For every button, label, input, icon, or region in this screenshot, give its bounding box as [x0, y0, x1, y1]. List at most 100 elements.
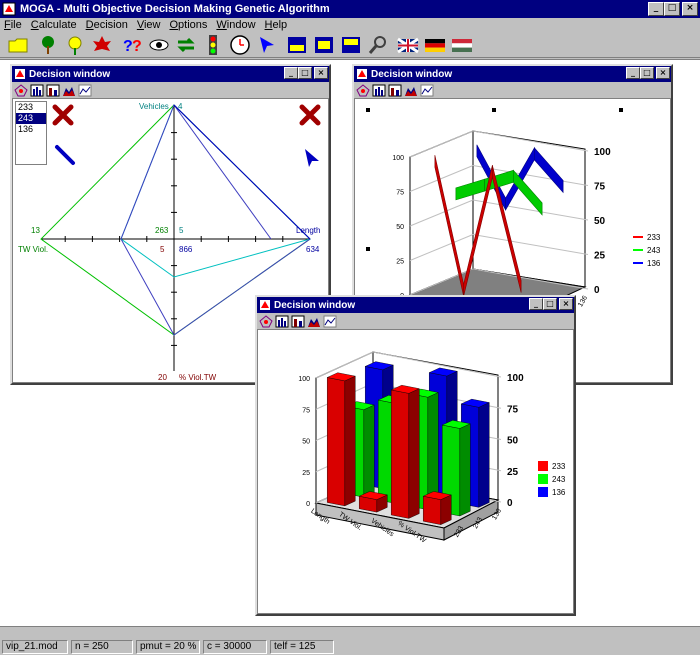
- line-chart-icon[interactable]: [420, 84, 434, 97]
- menu-view[interactable]: View: [137, 19, 161, 31]
- axis-label-tw-viol: TW Viol.: [18, 245, 48, 254]
- close-button[interactable]: ×: [682, 2, 698, 16]
- tree-button[interactable]: [34, 33, 61, 57]
- legend-swatch-243: [538, 474, 548, 484]
- flag-uk-icon: [396, 37, 419, 53]
- app-titlebar[interactable]: MOGA - Multi Objective Decision Making G…: [0, 0, 700, 18]
- minimize-button[interactable]: _: [648, 2, 664, 16]
- bar-front: [423, 495, 442, 525]
- window-center-button[interactable]: [310, 33, 337, 57]
- flag-hu-icon: [451, 38, 472, 52]
- bar-chart-icon[interactable]: [30, 84, 44, 97]
- chart-toolbar: [12, 82, 329, 98]
- y-tick-label-right: 50: [507, 436, 519, 447]
- area-chart-icon[interactable]: [62, 84, 76, 97]
- y-tick-label-right: 100: [594, 147, 611, 158]
- window-center-icon: [314, 36, 333, 53]
- window-titlebar[interactable]: Decision window _ □ ×: [257, 297, 574, 313]
- bar-front: [327, 377, 346, 507]
- line-chart-icon[interactable]: [323, 315, 337, 328]
- window-bottom-icon: [287, 36, 306, 53]
- menu-options[interactable]: Options: [169, 19, 207, 31]
- bar3d-chart-icon[interactable]: [291, 315, 305, 328]
- pointer-tool-icon[interactable]: [305, 149, 319, 167]
- horizontal-scrollbar[interactable]: [0, 626, 700, 638]
- decision-window-bar3d[interactable]: Decision window _ □ × 0 0 25 25 50 50 75 75 100 1…: [255, 295, 576, 616]
- status-c: c = 30000: [203, 639, 267, 654]
- radar-chart-icon[interactable]: [259, 314, 273, 328]
- traffic-light-button[interactable]: [199, 33, 226, 57]
- line-chart-icon[interactable]: [78, 84, 92, 97]
- window-titlebar[interactable]: Decision window _ □ ×: [12, 66, 329, 82]
- flag-de-icon: [424, 38, 445, 52]
- swap-button[interactable]: [172, 33, 199, 57]
- window-titlebar[interactable]: Decision window _ □ ×: [354, 66, 671, 82]
- language-en-button[interactable]: [394, 33, 421, 57]
- window-close-button[interactable]: ×: [314, 67, 328, 79]
- window-maximize-button[interactable]: □: [298, 67, 312, 79]
- y-tick-label: 25: [302, 470, 310, 477]
- window-minimize-button[interactable]: _: [529, 298, 543, 310]
- bar3d-chart-icon[interactable]: [46, 84, 60, 97]
- window-maximize-button[interactable]: □: [640, 67, 654, 79]
- view-button[interactable]: [145, 33, 172, 57]
- bar3d-chart: 0 025 2550 5075 75100 100Length TW Viol. Vehicl…: [298, 351, 566, 545]
- bar-front: [391, 389, 410, 519]
- bar-233--viol-tw: [422, 491, 452, 525]
- radar-chart-icon[interactable]: [356, 83, 370, 97]
- bar-chart-icon[interactable]: [275, 315, 289, 328]
- maximize-button[interactable]: □: [664, 2, 680, 16]
- axis-min-length: 866: [179, 245, 193, 254]
- y-tick-label-right: 0: [594, 285, 600, 296]
- bar-233-vehicles: [390, 384, 420, 519]
- menu-window[interactable]: Window: [216, 19, 255, 31]
- area-chart-icon[interactable]: [307, 315, 321, 328]
- window-maximize-button[interactable]: □: [543, 298, 557, 310]
- legend-label-243: 243: [552, 475, 566, 484]
- window-minimize-button[interactable]: _: [284, 67, 298, 79]
- status-file: vip_21.mod: [2, 639, 68, 654]
- app-title: MOGA - Multi Objective Decision Making G…: [20, 3, 330, 15]
- swap-icon: [176, 37, 195, 52]
- tree-icon: [41, 35, 54, 54]
- language-hu-button[interactable]: [448, 33, 475, 57]
- search-button[interactable]: [364, 33, 391, 57]
- y-tick-label: 100: [392, 155, 404, 162]
- leaf-icon: [92, 35, 111, 51]
- window-top-button[interactable]: [337, 33, 364, 57]
- window-close-button[interactable]: ×: [559, 298, 573, 310]
- open-folder-button[interactable]: [4, 33, 31, 57]
- pointer-button[interactable]: [253, 33, 280, 57]
- area-chart-icon[interactable]: [404, 84, 418, 97]
- menu-file[interactable]: File: [4, 19, 22, 31]
- leaf-button[interactable]: [88, 33, 115, 57]
- legend-label-233: 233: [552, 462, 566, 471]
- bar-side: [344, 375, 356, 507]
- window-close-button[interactable]: ×: [656, 67, 670, 79]
- axis-label-pct-viol: % Viol.TW: [179, 373, 217, 382]
- radar-chart-icon[interactable]: [14, 83, 28, 97]
- window-minimize-button[interactable]: _: [626, 67, 640, 79]
- toolbar: ??: [0, 32, 700, 58]
- bar-chart-icon[interactable]: [372, 84, 386, 97]
- open-folder-icon: [8, 38, 27, 52]
- pen-icon[interactable]: [55, 145, 75, 165]
- axis-min-pct-viol: 5: [160, 245, 165, 254]
- menu-help[interactable]: Help: [265, 19, 288, 31]
- radar-series-136: [120, 104, 311, 278]
- clock-icon: [229, 34, 250, 55]
- help-button[interactable]: ??: [118, 33, 145, 57]
- chart-toolbar: [257, 313, 574, 329]
- menu-calculate[interactable]: Calculate: [31, 19, 77, 31]
- bar3d-chart-icon[interactable]: [388, 84, 402, 97]
- delete-right-icon[interactable]: [299, 104, 321, 126]
- language-de-button[interactable]: [421, 33, 448, 57]
- status-pmut: pmut = 20 %: [136, 639, 200, 654]
- flower-button[interactable]: [61, 33, 88, 57]
- delete-left-icon[interactable]: [52, 104, 74, 126]
- menu-decision[interactable]: Decision: [86, 19, 128, 31]
- search-icon: [368, 35, 386, 54]
- app-icon: [2, 2, 16, 16]
- window-bottom-button[interactable]: [283, 33, 310, 57]
- clock-button[interactable]: [226, 33, 253, 57]
